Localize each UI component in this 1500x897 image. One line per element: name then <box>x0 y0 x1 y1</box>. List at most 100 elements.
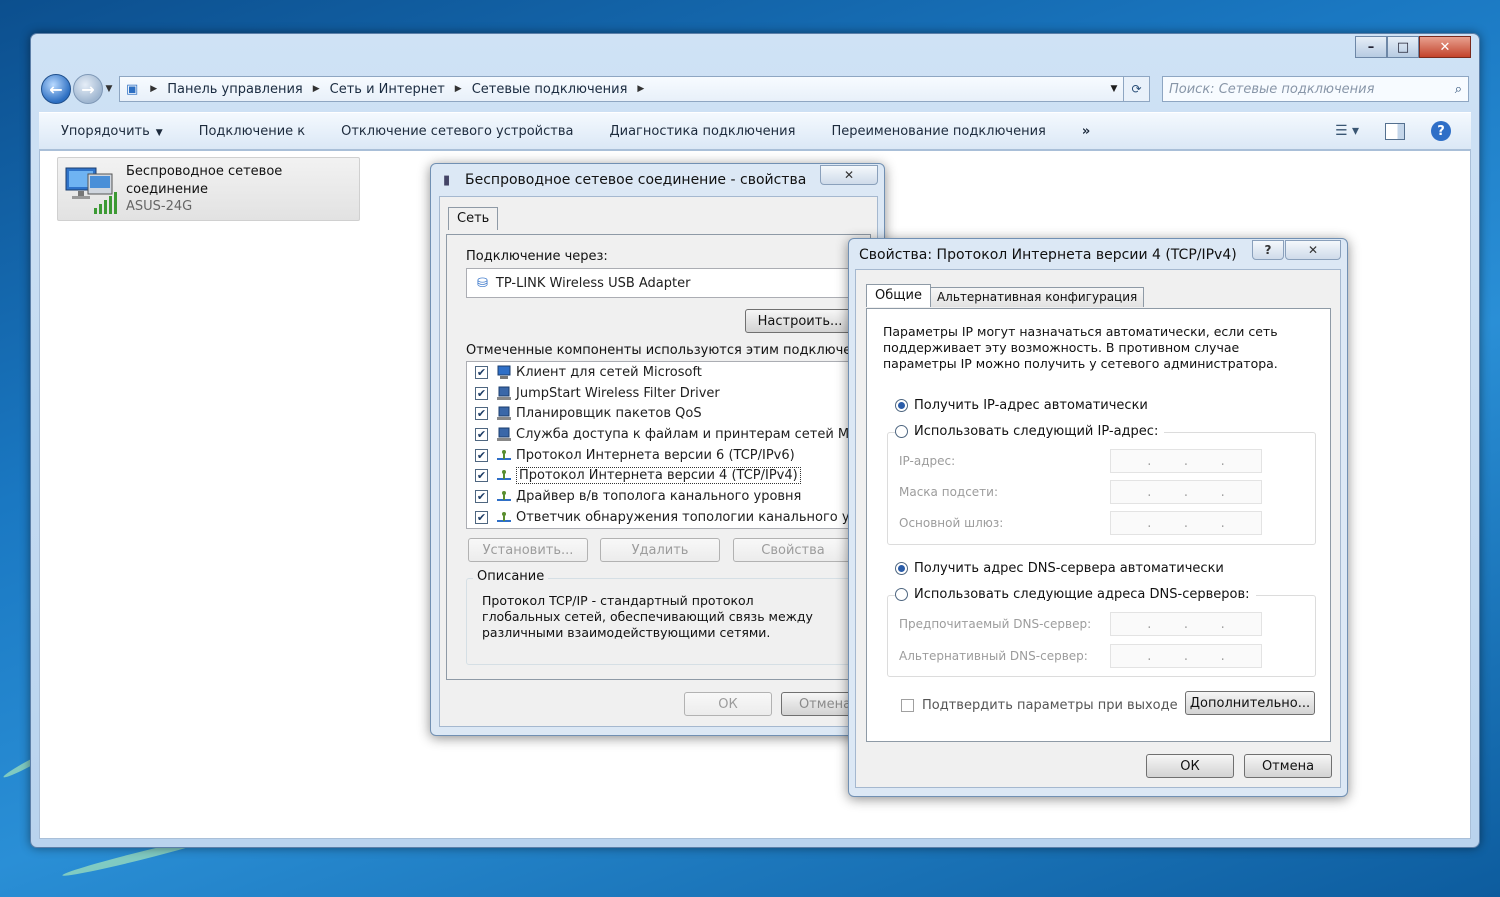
help-button[interactable]: ? <box>1252 240 1284 260</box>
maximize-button[interactable]: □ <box>1387 36 1419 58</box>
description-title: Описание <box>473 569 549 584</box>
cancel-button[interactable]: Отмена <box>1244 754 1332 778</box>
network-service-icon <box>496 427 512 442</box>
breadcrumb-network-connections[interactable]: Сетевые подключения <box>472 82 628 97</box>
component-label: Клиент для сетей Microsoft <box>516 364 702 380</box>
network-client-icon <box>496 365 512 380</box>
adapter-name: TP-LINK Wireless USB Adapter <box>495 275 691 291</box>
component-row[interactable]: ✔ JumpStart Wireless Filter Driver <box>467 383 865 404</box>
connection-properties-dialog: ▮ Беспроводное сетевое соединение - свой… <box>430 163 890 736</box>
more-commands-button[interactable]: » <box>1082 124 1090 139</box>
checkbox-checked-icon[interactable]: ✔ <box>475 510 488 524</box>
subnet-mask-input[interactable]: ... <box>1110 480 1262 504</box>
disable-device-button[interactable]: Отключение сетевого устройства <box>341 124 573 139</box>
close-dialog-button[interactable]: ✕ <box>820 165 878 185</box>
search-input[interactable]: Поиск: Сетевые подключения ⌕ <box>1162 76 1469 102</box>
ok-button[interactable]: ОК <box>1146 754 1234 778</box>
radio-selected-icon <box>895 562 908 575</box>
ipv4-dialog-title: Свойства: Протокол Интернета версии 4 (T… <box>859 247 1237 263</box>
subnet-mask-label: Маска подсети: <box>899 485 999 499</box>
preview-pane-icon[interactable] <box>1385 122 1405 140</box>
ip-manual-radio[interactable]: Использовать следующий IP-адрес: <box>895 424 1165 439</box>
tab-alternate-config[interactable]: Альтернативная конфигурация <box>929 287 1145 307</box>
dns-manual-radio[interactable]: Использовать следующие адреса DNS-сервер… <box>895 587 1256 602</box>
component-label: Ответчик обнаружения топологии канальног… <box>516 509 866 525</box>
protocol-icon <box>496 510 512 525</box>
connect-to-button[interactable]: Подключение к <box>199 124 305 139</box>
gateway-input[interactable]: ... <box>1110 511 1262 535</box>
checkbox-checked-icon[interactable]: ✔ <box>475 448 488 462</box>
components-list: ✔ Клиент для сетей Microsoft ✔ JumpStart Wi… <box>466 361 866 529</box>
chevron-right-icon[interactable]: ▶ <box>637 84 644 94</box>
component-row[interactable]: ✔ Протокол Интернета версии 6 (TCP/IPv6) <box>467 445 865 466</box>
checkbox-checked-icon[interactable]: ✔ <box>475 365 488 379</box>
network-service-icon <box>496 386 512 401</box>
component-row[interactable]: ✔ Клиент для сетей Microsoft <box>467 362 865 383</box>
component-label: Протокол Интернета версии 6 (TCP/IPv6) <box>516 447 795 463</box>
command-bar: Упорядочить ▼ Подключение к Отключение се… <box>39 112 1471 150</box>
components-label: Отмеченные компоненты используются этим … <box>466 343 891 358</box>
search-icon[interactable]: ⌕ <box>1455 82 1462 97</box>
component-properties-button[interactable]: Свойства <box>733 538 853 562</box>
tab-general[interactable]: Общие <box>866 284 931 307</box>
component-row[interactable]: ✔ Планировщик пакетов QoS <box>467 403 865 424</box>
ip-auto-radio[interactable]: Получить IP-адрес автоматически <box>895 398 1148 413</box>
network-service-icon <box>496 406 512 421</box>
refresh-button[interactable]: ⟳ <box>1124 76 1150 102</box>
radio-selected-icon <box>895 399 908 412</box>
protocol-icon <box>496 489 512 504</box>
checkbox-checked-icon[interactable]: ✔ <box>475 427 488 441</box>
close-dialog-button[interactable]: ✕ <box>1285 240 1341 260</box>
ip-address-input[interactable]: ... <box>1110 449 1262 473</box>
ok-button[interactable]: ОК <box>684 692 772 716</box>
component-row[interactable]: ✔ Протокол Интернета версии 4 (TCP/IPv4) <box>467 465 865 486</box>
checkbox-checked-icon[interactable]: ✔ <box>475 469 488 483</box>
chevron-right-icon: ▶ <box>150 84 158 94</box>
chevron-right-icon[interactable]: ▶ <box>455 84 462 94</box>
chevron-right-icon[interactable]: ▶ <box>313 84 320 94</box>
close-window-button[interactable]: ✕ <box>1419 36 1471 58</box>
install-button[interactable]: Установить... <box>468 538 588 562</box>
breadcrumb-network-internet[interactable]: Сеть и Интернет <box>330 82 445 97</box>
recent-pages-dropdown[interactable]: ▼ <box>103 84 115 94</box>
help-icon[interactable]: ? <box>1431 121 1451 141</box>
checkbox-checked-icon[interactable]: ✔ <box>475 489 488 503</box>
radio-unselected-icon <box>895 425 908 438</box>
dns-auto-radio[interactable]: Получить адрес DNS-сервера автоматически <box>895 561 1224 576</box>
network-tab-panel: Подключение через: ⛁ TP-LINK Wireless US… <box>446 234 890 680</box>
uninstall-button[interactable]: Удалить <box>600 538 720 562</box>
connection-name: Беспроводное сетевое соединение <box>126 164 283 197</box>
diagnose-button[interactable]: Диагностика подключения <box>609 124 795 139</box>
back-button[interactable]: ← <box>41 74 71 104</box>
validate-settings-checkbox[interactable]: Подтвердить параметры при выходе <box>901 698 1178 713</box>
tab-network[interactable]: Сеть <box>448 207 499 230</box>
address-row: ← → ▼ ▣ ▶ Панель управления ▶ Сеть и Инт… <box>41 72 1469 106</box>
component-row[interactable]: ✔ Драйвер в/в тополога канального уровня <box>467 486 865 507</box>
component-row[interactable]: ✔ Ответчик обнаружения топологии канально… <box>467 507 865 528</box>
address-bar[interactable]: ▣ ▶ Панель управления ▶ Сеть и Интернет … <box>119 76 1124 102</box>
address-dropdown-icon[interactable]: ▼ <box>1105 84 1123 94</box>
component-row[interactable]: ✔ Служба доступа к файлам и принтерам сет… <box>467 424 865 445</box>
alternate-dns-input[interactable]: ... <box>1110 644 1262 668</box>
general-tab-panel: Параметры IP могут назначаться автоматич… <box>866 308 1331 742</box>
network-adapter-icon: ⛁ <box>477 275 488 291</box>
preferred-dns-input[interactable]: ... <box>1110 612 1262 636</box>
window-caption-buttons: – □ ✕ <box>1355 36 1471 58</box>
dialog-body: Сеть Подключение через: ⛁ TP-LINK Wirele… <box>439 196 890 727</box>
ipv4-properties-dialog: Свойства: Протокол Интернета версии 4 (T… <box>848 238 1348 797</box>
wireless-connection-item[interactable]: Беспроводное сетевое соединение ASUS-24G <box>57 157 360 221</box>
minimize-button[interactable]: – <box>1355 36 1387 58</box>
protocol-icon <box>496 468 512 483</box>
checkbox-checked-icon[interactable]: ✔ <box>475 386 488 400</box>
ipv4-dialog-body: Общие Альтернативная конфигурация Параме… <box>855 269 1341 788</box>
change-view-icon[interactable]: ☰ ▾ <box>1335 123 1359 139</box>
ipv4-tab-strip: Общие Альтернативная конфигурация <box>866 284 1145 307</box>
organize-menu[interactable]: Упорядочить ▼ <box>61 124 163 139</box>
advanced-button[interactable]: Дополнительно... <box>1185 691 1315 715</box>
breadcrumb-control-panel[interactable]: Панель управления <box>167 82 303 97</box>
checkbox-checked-icon[interactable]: ✔ <box>475 407 488 421</box>
forward-button[interactable]: → <box>73 74 103 104</box>
configure-button[interactable]: Настроить... <box>745 309 855 333</box>
rename-button[interactable]: Переименование подключения <box>831 124 1045 139</box>
connection-ssid: ASUS-24G <box>126 199 193 214</box>
